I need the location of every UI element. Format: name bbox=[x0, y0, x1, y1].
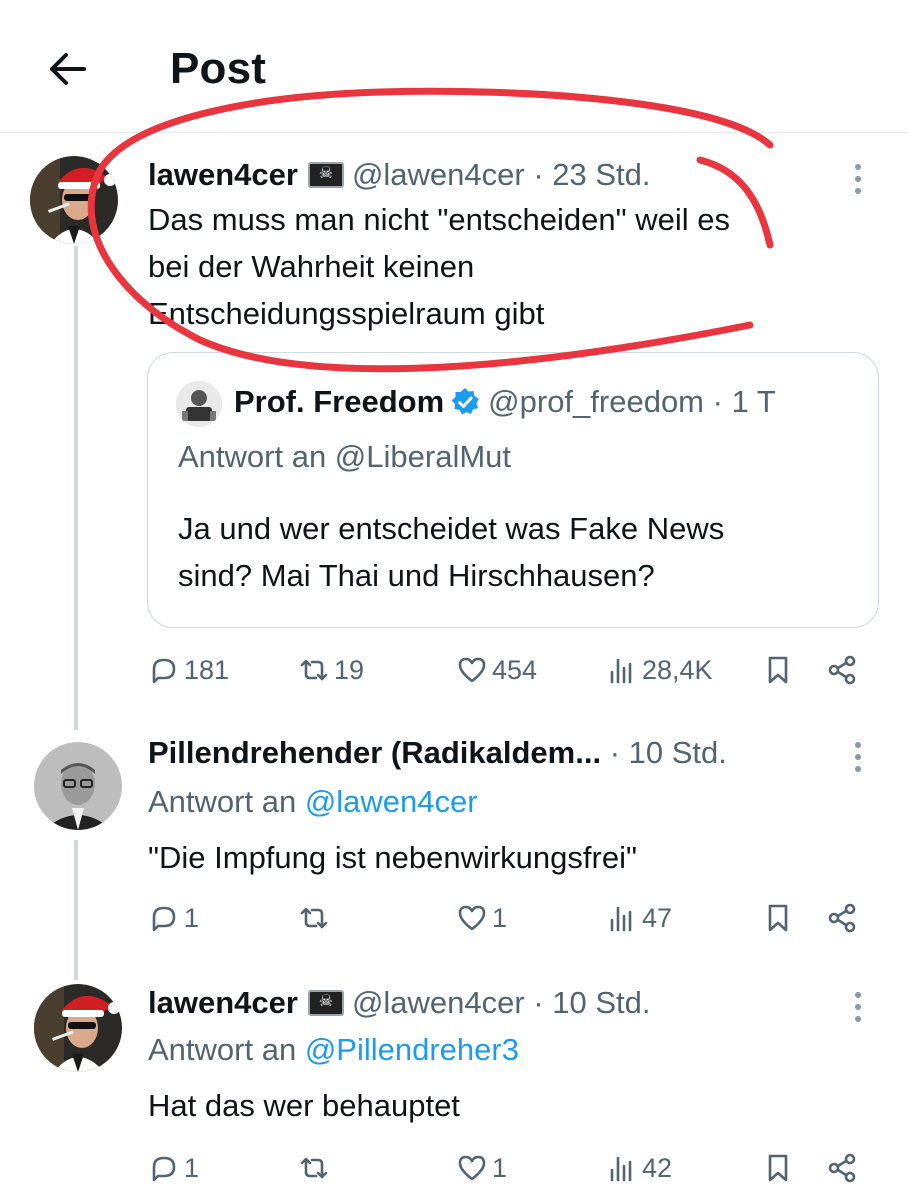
speech-bubble-icon bbox=[152, 658, 176, 684]
flag-glyph: ☠ bbox=[318, 993, 334, 1010]
share-icon bbox=[828, 1153, 856, 1183]
share-button[interactable] bbox=[826, 648, 858, 692]
tweet-text: Hat das wer behauptet bbox=[148, 1088, 460, 1123]
speech-bubble-icon bbox=[152, 906, 176, 932]
repost-button[interactable] bbox=[298, 1146, 334, 1190]
bar-chart-icon bbox=[610, 1156, 632, 1182]
reply-count: 1 bbox=[184, 902, 200, 933]
display-name[interactable]: lawen4cer bbox=[148, 157, 298, 192]
reply-context: Antwort an @lawen4cer bbox=[148, 782, 478, 822]
pirate-flag-icon: ☠ bbox=[307, 162, 344, 188]
share-button[interactable] bbox=[826, 1146, 858, 1190]
timestamp[interactable]: · 10 Std. bbox=[610, 735, 727, 770]
quoted-tweet-card[interactable]: Prof. Freedom @prof_freedom · 1 T Antwor… bbox=[147, 352, 879, 628]
reply-count: 1 bbox=[184, 1152, 200, 1183]
avatar[interactable] bbox=[34, 742, 122, 830]
avatar[interactable] bbox=[30, 156, 118, 244]
quoted-text: Ja und wer entscheidet was Fake News sin… bbox=[178, 505, 724, 599]
tweet-text-line: bei der Wahrheit keinen bbox=[148, 249, 475, 284]
bookmark-button[interactable] bbox=[762, 896, 794, 940]
repost-icon bbox=[300, 907, 328, 929]
timestamp[interactable]: · 10 Std. bbox=[533, 985, 650, 1020]
flag-glyph: ☠ bbox=[318, 165, 334, 182]
reply-count: 181 bbox=[184, 654, 230, 685]
bookmark-button[interactable] bbox=[762, 1146, 794, 1190]
views-count: 47 bbox=[642, 902, 673, 933]
bookmark-icon bbox=[768, 656, 788, 684]
speech-bubble-icon bbox=[152, 1156, 176, 1182]
user-handle[interactable]: @lawen4cer bbox=[352, 985, 525, 1020]
reply-header: Pillendrehender (Radikaldem... · 10 Std. bbox=[148, 734, 727, 772]
repost-icon bbox=[300, 659, 328, 681]
reply-button[interactable]: 181 bbox=[148, 648, 229, 692]
views-button[interactable]: 28,4K bbox=[606, 648, 713, 692]
like-button[interactable]: 1 bbox=[456, 896, 507, 940]
like-button[interactable]: 1 bbox=[456, 1146, 507, 1190]
bar-chart-icon bbox=[610, 906, 632, 932]
top-bar: Post bbox=[0, 0, 908, 133]
like-count: 1 bbox=[492, 1152, 508, 1183]
views-button[interactable]: 47 bbox=[606, 896, 672, 940]
mention-link[interactable]: @Pillendreher3 bbox=[305, 1032, 519, 1067]
avatar[interactable] bbox=[34, 984, 122, 1072]
tweet-text: Das muss man nicht "entscheiden" weil es… bbox=[148, 196, 730, 337]
bookmark-button[interactable] bbox=[762, 648, 794, 692]
reply-button[interactable]: 1 bbox=[148, 1146, 199, 1190]
repost-count: 19 bbox=[334, 654, 365, 685]
bookmark-icon bbox=[768, 904, 788, 932]
quoted-handle[interactable]: @prof_freedom bbox=[488, 384, 704, 419]
repost-button[interactable] bbox=[298, 896, 334, 940]
verified-badge-icon bbox=[451, 388, 480, 415]
tweet-text-line: Entscheidungsspielraum gibt bbox=[148, 296, 545, 331]
quoted-display-name[interactable]: Prof. Freedom bbox=[234, 384, 444, 419]
bookmark-icon bbox=[768, 1154, 788, 1182]
heart-icon bbox=[458, 1155, 486, 1181]
more-options-icon[interactable] bbox=[846, 164, 870, 204]
thread-line bbox=[74, 840, 78, 980]
timestamp[interactable]: · 23 Std. bbox=[533, 157, 650, 192]
tweet-header: lawen4cer ☠ @lawen4cer · 23 Std. bbox=[148, 156, 651, 194]
display-name[interactable]: Pillendrehender (Radikaldem... bbox=[148, 735, 601, 770]
bar-chart-icon bbox=[610, 658, 632, 684]
like-button[interactable]: 454 bbox=[456, 648, 537, 692]
reply-prefix: Antwort an bbox=[148, 784, 305, 819]
like-count: 454 bbox=[492, 654, 538, 685]
views-button[interactable]: 42 bbox=[606, 1146, 672, 1190]
repost-icon bbox=[300, 1157, 328, 1179]
views-count: 28,4K bbox=[642, 654, 713, 685]
reply-button[interactable]: 1 bbox=[148, 896, 199, 940]
quoted-avatar[interactable] bbox=[176, 381, 222, 427]
quoted-text-line: Ja und wer entscheidet was Fake News bbox=[178, 511, 725, 546]
display-name[interactable]: lawen4cer bbox=[148, 985, 298, 1020]
mention-link[interactable]: @lawen4cer bbox=[305, 784, 478, 819]
share-icon bbox=[828, 655, 856, 685]
quoted-text-line: sind? Mai Thai und Hirschhausen? bbox=[178, 558, 655, 593]
action-bar: 1 1 47 bbox=[148, 896, 868, 940]
heart-icon bbox=[458, 905, 486, 931]
quoted-timestamp[interactable]: · 1 T bbox=[713, 384, 776, 419]
quoted-header: Prof. Freedom @prof_freedom · 1 T bbox=[234, 383, 776, 421]
quoted-reply-to: Antwort an @LiberalMut bbox=[178, 439, 512, 474]
share-icon bbox=[828, 903, 856, 933]
more-options-icon[interactable] bbox=[846, 992, 870, 1032]
page-title: Post bbox=[170, 44, 267, 93]
reply-context: Antwort an @Pillendreher3 bbox=[148, 1030, 519, 1070]
user-handle[interactable]: @lawen4cer bbox=[352, 157, 525, 192]
repost-button[interactable]: 19 bbox=[298, 648, 364, 692]
views-count: 42 bbox=[642, 1152, 673, 1183]
action-bar: 181 19 454 28,4K bbox=[148, 648, 868, 692]
back-arrow-icon[interactable] bbox=[44, 46, 90, 92]
share-button[interactable] bbox=[826, 896, 858, 940]
reply-prefix: Antwort an bbox=[148, 1032, 305, 1067]
reply-header: lawen4cer ☠ @lawen4cer · 10 Std. bbox=[148, 984, 651, 1022]
like-count: 1 bbox=[492, 902, 508, 933]
more-options-icon[interactable] bbox=[846, 742, 870, 782]
thread-line bbox=[74, 246, 78, 730]
action-bar: 1 1 42 bbox=[148, 1146, 868, 1190]
heart-icon bbox=[458, 657, 486, 683]
tweet-text: "Die Impfung ist nebenwirkungsfrei" bbox=[148, 840, 637, 875]
tweet-text-line: Das muss man nicht "entscheiden" weil es bbox=[148, 202, 730, 237]
pirate-flag-icon: ☠ bbox=[307, 990, 344, 1016]
